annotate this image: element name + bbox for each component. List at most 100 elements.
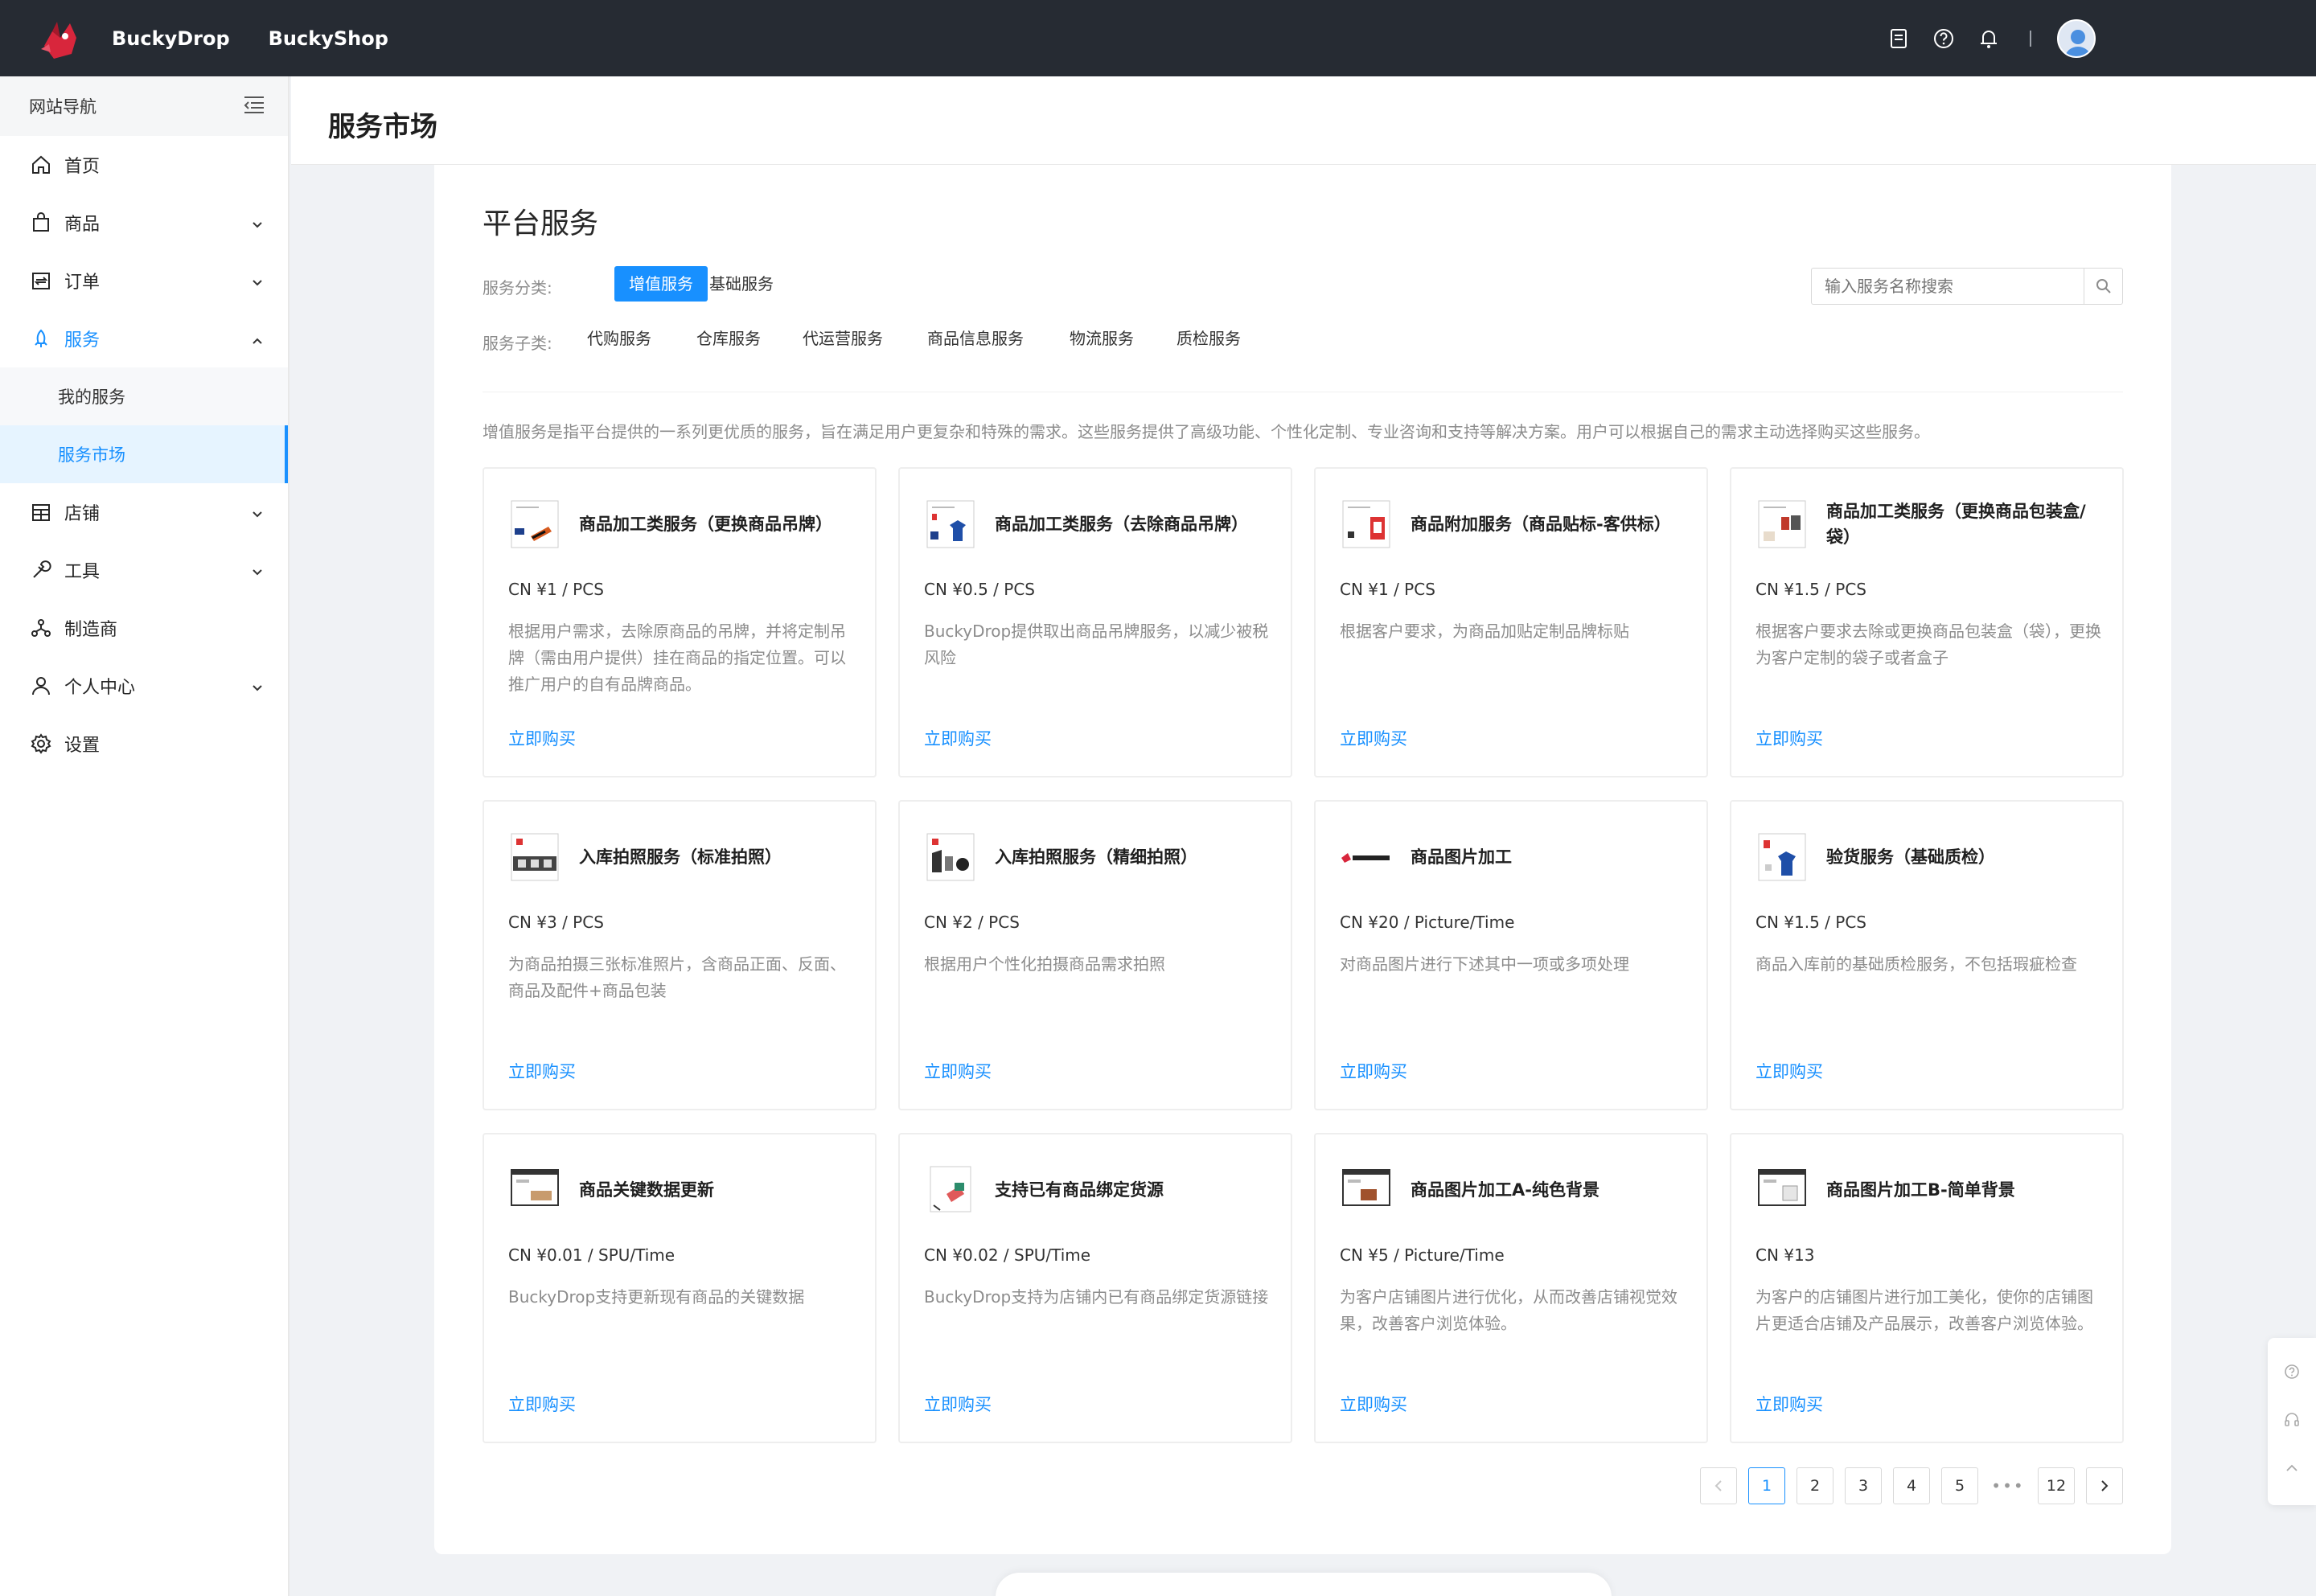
bag-icon [29, 211, 53, 235]
buy-now-link[interactable]: 立即购买 [924, 1059, 992, 1083]
buy-now-link[interactable]: 立即购买 [508, 726, 576, 750]
user-icon [29, 674, 53, 698]
network-icon [29, 616, 53, 640]
tab-sub-warehouse[interactable]: 仓库服务 [682, 321, 775, 356]
service-description: 根据客户要求，为商品加贴定制品牌标贴 [1340, 622, 1629, 641]
buckydrop-logo[interactable] [36, 14, 81, 64]
page-button-1[interactable]: 1 [1748, 1467, 1785, 1504]
sidebar-item-my-services[interactable]: 我的服务 [0, 367, 288, 425]
service-title: 入库拍照服务（标准拍照） [579, 847, 782, 867]
service-card[interactable]: 商品附加服务（商品贴标-客供标） CN ¥1 / PCS 根据客户要求，为商品加… [1314, 467, 1708, 777]
sidebar-item-label: 商品 [64, 215, 101, 235]
tab-sub-logistics[interactable]: 物流服务 [1055, 321, 1148, 356]
buy-now-link[interactable]: 立即购买 [924, 1392, 992, 1416]
service-card[interactable]: 验货服务（基础质检） CN ¥1.5 / PCS 商品入库前的基础质检服务，不包… [1730, 800, 2124, 1110]
wrench-icon [29, 558, 53, 582]
order-icon [29, 269, 53, 293]
sidebar-item-profile[interactable]: 个人中心 [0, 657, 288, 715]
tab-value-added-services[interactable]: 增值服务 [614, 266, 708, 302]
tab-sub-purchasing[interactable]: 代购服务 [573, 321, 666, 356]
service-price: CN ¥5 / Picture/Time [1340, 1245, 1505, 1265]
service-card[interactable]: 商品图片加工A-纯色背景 CN ¥5 / Picture/Time 为客户店铺图… [1314, 1133, 1708, 1443]
buy-now-link[interactable]: 立即购买 [1755, 726, 1823, 750]
tab-sub-operation[interactable]: 代运营服务 [788, 321, 897, 356]
service-card[interactable]: 商品图片加工 CN ¥20 / Picture/Time 对商品图片进行下述其中… [1314, 800, 1708, 1110]
sidebar-item-products[interactable]: 商品 [0, 194, 288, 252]
tab-sub-quality-check[interactable]: 质检服务 [1162, 321, 1255, 356]
tab-basic-services[interactable]: 基础服务 [695, 266, 788, 302]
sidebar-item-home[interactable]: 首页 [0, 136, 288, 194]
buy-now-link[interactable]: 立即购买 [508, 1392, 576, 1416]
sidebar-item-service-market[interactable]: 服务市场 [0, 425, 288, 483]
service-thumbnail-icon [1338, 1162, 1394, 1218]
search-icon[interactable] [2084, 269, 2122, 304]
service-title: 验货服务（基础质检） [1826, 847, 1995, 867]
service-card[interactable]: 商品图片加工B-简单背景 CN ¥13 为客户的店铺图片进行加工美化，使你的店铺… [1730, 1133, 2124, 1443]
sidebar-item-store[interactable]: 店铺 [0, 483, 288, 541]
top-navigation-bar: BuckyDrop BuckyShop [0, 0, 2316, 76]
sidebar-item-orders[interactable]: 订单 [0, 252, 288, 310]
headset-icon[interactable] [2284, 1412, 2300, 1431]
sidebar-item-services[interactable]: 服务 [0, 310, 288, 367]
bottom-bar [996, 1573, 1612, 1596]
service-price: CN ¥20 / Picture/Time [1340, 913, 1515, 932]
service-card[interactable]: 商品加工类服务（更换商品包装盒/袋） CN ¥1.5 / PCS 根据客户要求去… [1730, 467, 2124, 777]
help-icon[interactable] [1932, 27, 1956, 51]
service-search-box [1811, 268, 2123, 305]
tab-sub-product-info[interactable]: 商品信息服务 [913, 321, 1038, 356]
search-input[interactable] [1812, 269, 2084, 304]
buy-now-link[interactable]: 立即购买 [1755, 1392, 1823, 1416]
service-thumbnail-icon [922, 829, 979, 885]
chevron-down-icon [251, 504, 264, 524]
next-page-button[interactable] [2086, 1467, 2123, 1504]
service-card[interactable]: 商品加工类服务（更换商品吊牌） CN ¥1 / PCS 根据用户需求，去除原商品… [482, 467, 877, 777]
sidebar-item-label: 订单 [64, 273, 101, 293]
page-button-5[interactable]: 5 [1941, 1467, 1978, 1504]
sidebar-title: 网站导航 [29, 97, 96, 117]
service-description: 为客户的店铺图片进行加工美化，使你的店铺图片更适合店铺及产品展示，改善客户浏览体… [1755, 1287, 2093, 1333]
help-icon[interactable] [2284, 1364, 2300, 1383]
service-thumbnail-icon [507, 829, 563, 885]
service-price: CN ¥0.5 / PCS [924, 580, 1035, 599]
buy-now-link[interactable]: 立即购买 [924, 726, 992, 750]
prev-page-button[interactable] [1700, 1467, 1737, 1504]
service-card[interactable]: 商品关键数据更新 CN ¥0.01 / SPU/Time BuckyDrop支持… [482, 1133, 877, 1443]
service-card[interactable]: 商品加工类服务（去除商品吊牌） CN ¥0.5 / PCS BuckyDrop提… [898, 467, 1292, 777]
back-to-top-icon[interactable] [2284, 1460, 2300, 1479]
collapse-menu-icon[interactable] [243, 95, 265, 118]
sidebar-item-settings[interactable]: 设置 [0, 715, 288, 773]
sidebar-item-tools[interactable]: 工具 [0, 541, 288, 599]
brand-buckyshop[interactable]: BuckyShop [269, 27, 388, 50]
buy-now-link[interactable]: 立即购买 [1755, 1059, 1823, 1083]
service-card[interactable]: 支持已有商品绑定货源 CN ¥0.02 / SPU/Time BuckyDrop… [898, 1133, 1292, 1443]
home-icon [29, 153, 53, 177]
brand-buckydrop[interactable]: BuckyDrop [112, 27, 230, 50]
page-title: 服务市场 [328, 111, 437, 143]
page-button-4[interactable]: 4 [1893, 1467, 1930, 1504]
buy-now-link[interactable]: 立即购买 [1340, 726, 1407, 750]
page-button-3[interactable]: 3 [1845, 1467, 1882, 1504]
page-button-last[interactable]: 12 [2038, 1467, 2075, 1504]
sidebar-item-manufacturer[interactable]: 制造商 [0, 599, 288, 657]
user-avatar[interactable] [2057, 18, 2096, 58]
service-description: 对商品图片进行下述其中一项或多项处理 [1340, 954, 1629, 974]
service-title: 商品关键数据更新 [579, 1180, 714, 1200]
page-button-2[interactable]: 2 [1797, 1467, 1834, 1504]
buy-now-link[interactable]: 立即购买 [508, 1059, 576, 1083]
sidebar-item-label: 服务市场 [58, 445, 125, 465]
chevron-down-icon [251, 562, 264, 582]
sidebar-item-label: 我的服务 [58, 388, 125, 407]
service-thumbnail-icon [922, 1162, 979, 1218]
document-icon[interactable] [1887, 27, 1911, 51]
sidebar-header: 网站导航 [0, 76, 288, 136]
service-card[interactable]: 入库拍照服务（精细拍照） CN ¥2 / PCS 根据用户个性化拍摄商品需求拍照… [898, 800, 1292, 1110]
service-price: CN ¥13 [1755, 1245, 1815, 1265]
sidebar-item-label: 首页 [64, 157, 101, 177]
buy-now-link[interactable]: 立即购买 [1340, 1059, 1407, 1083]
sidebar-item-label: 服务 [64, 330, 101, 351]
buy-now-link[interactable]: 立即购买 [1340, 1392, 1407, 1416]
page-ellipsis[interactable]: ••• [1990, 1476, 2026, 1495]
store-icon [29, 500, 53, 524]
service-card[interactable]: 入库拍照服务（标准拍照） CN ¥3 / PCS 为商品拍摄三张标准照片，含商品… [482, 800, 877, 1110]
bell-icon[interactable] [1977, 27, 2001, 51]
